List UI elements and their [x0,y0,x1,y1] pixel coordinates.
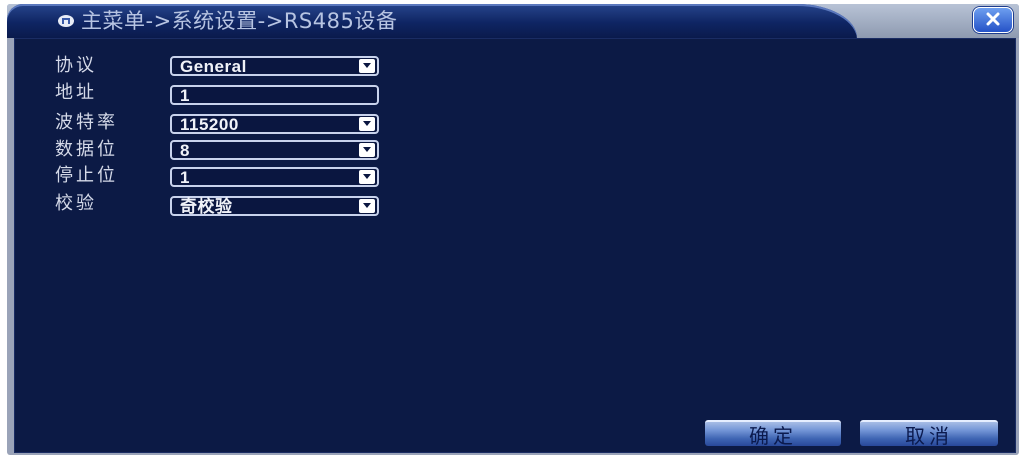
parity-select[interactable]: 奇校验 [170,196,379,216]
dropdown-arrow-icon[interactable] [359,143,375,157]
dropdown-arrow-icon[interactable] [359,59,375,73]
dropdown-arrow-icon[interactable] [359,170,375,184]
dropdown-arrow-icon[interactable] [359,117,375,131]
settings-panel: 协议 General 地址 1 波特率 115200 数据位 8 停止位 1 校… [14,38,1016,453]
ok-button-label: 确定 [749,423,797,448]
rs485-settings-window: 主菜单->系统设置->RS485设备 协议 General 地址 1 波特率 1… [7,4,1019,455]
cancel-button[interactable]: 取消 [860,420,998,448]
dropdown-arrow-icon[interactable] [359,199,375,213]
parity-label: 校验 [55,193,97,214]
home-icon [57,13,75,29]
stop-bits-select[interactable]: 1 [170,167,379,187]
close-button[interactable] [973,7,1013,33]
title-bar: 主菜单->系统设置->RS485设备 [7,4,1019,38]
protocol-select[interactable]: General [170,56,379,76]
protocol-value: General [180,57,247,76]
parity-value: 奇校验 [180,197,233,216]
stop-bits-label: 停止位 [55,165,118,186]
title-tab: 主菜单->系统设置->RS485设备 [7,4,857,38]
close-icon [985,11,1001,30]
cancel-button-label: 取消 [905,423,953,448]
stop-bits-value: 1 [180,168,190,187]
ok-button[interactable]: 确定 [705,420,841,448]
address-label: 地址 [55,82,97,103]
data-bits-label: 数据位 [55,139,118,160]
address-value: 1 [180,86,190,105]
data-bits-select[interactable]: 8 [170,140,379,160]
window-title: 主菜单->系统设置->RS485设备 [81,9,398,33]
baud-rate-label: 波特率 [55,112,118,133]
baud-rate-value: 115200 [180,115,239,134]
baud-rate-select[interactable]: 115200 [170,114,379,134]
protocol-label: 协议 [55,55,97,76]
address-input[interactable]: 1 [170,85,379,105]
data-bits-value: 8 [180,141,190,160]
